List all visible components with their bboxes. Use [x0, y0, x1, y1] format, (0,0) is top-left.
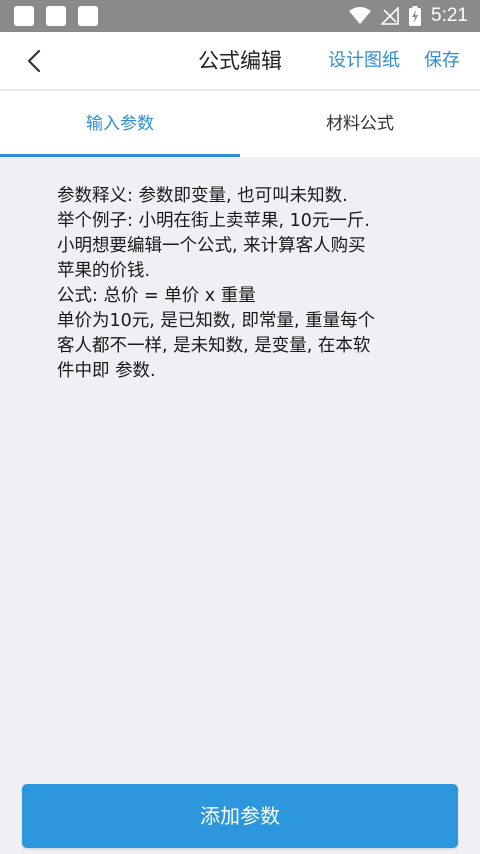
- battery-charging-icon: [409, 6, 422, 26]
- notification-square-icon: [46, 6, 66, 26]
- add-parameter-button[interactable]: 添加参数: [22, 784, 458, 848]
- explanation-line: 参数释义: 参数即变量, 也可叫未知数.: [57, 186, 348, 206]
- status-time: 5:21: [431, 5, 468, 26]
- explanation-line: 客人都不一样, 是未知数, 是变量, 在本软: [57, 336, 371, 356]
- status-bar: 5:21: [0, 0, 480, 32]
- design-drawing-button[interactable]: 设计图纸: [328, 32, 400, 90]
- notification-square-icon: [14, 6, 34, 26]
- explanation-line: 小明想要编辑一个公式, 来计算客人购买: [57, 236, 366, 256]
- tab-input-parameters[interactable]: 输入参数: [0, 91, 240, 157]
- explanation-line: 单价为10元, 是已知数, 即常量, 重量每个: [57, 311, 376, 331]
- notification-square-icon: [78, 6, 98, 26]
- explanation-line: 件中即 参数.: [57, 361, 156, 381]
- tab-bar: 输入参数 材料公式: [0, 91, 480, 157]
- wifi-icon: [349, 7, 372, 24]
- parameter-explanation: 参数释义: 参数即变量, 也可叫未知数. 举个例子: 小明在街上卖苹果, 10元…: [57, 184, 447, 384]
- status-icons: 5:21: [349, 0, 468, 32]
- app-bar: 公式编辑 设计图纸 保存: [0, 32, 480, 90]
- no-signal-icon: [381, 7, 399, 25]
- chevron-left-icon: [27, 49, 41, 73]
- explanation-line: 举个例子: 小明在街上卖苹果, 10元一斤.: [57, 211, 370, 231]
- save-button[interactable]: 保存: [424, 32, 460, 90]
- explanation-line: 苹果的价钱.: [57, 261, 151, 281]
- tab-material-formula[interactable]: 材料公式: [240, 91, 480, 157]
- back-button[interactable]: [14, 41, 54, 81]
- page-title: 公式编辑: [198, 49, 282, 73]
- explanation-line: 公式: 总价 = 单价 x 重量: [57, 286, 256, 306]
